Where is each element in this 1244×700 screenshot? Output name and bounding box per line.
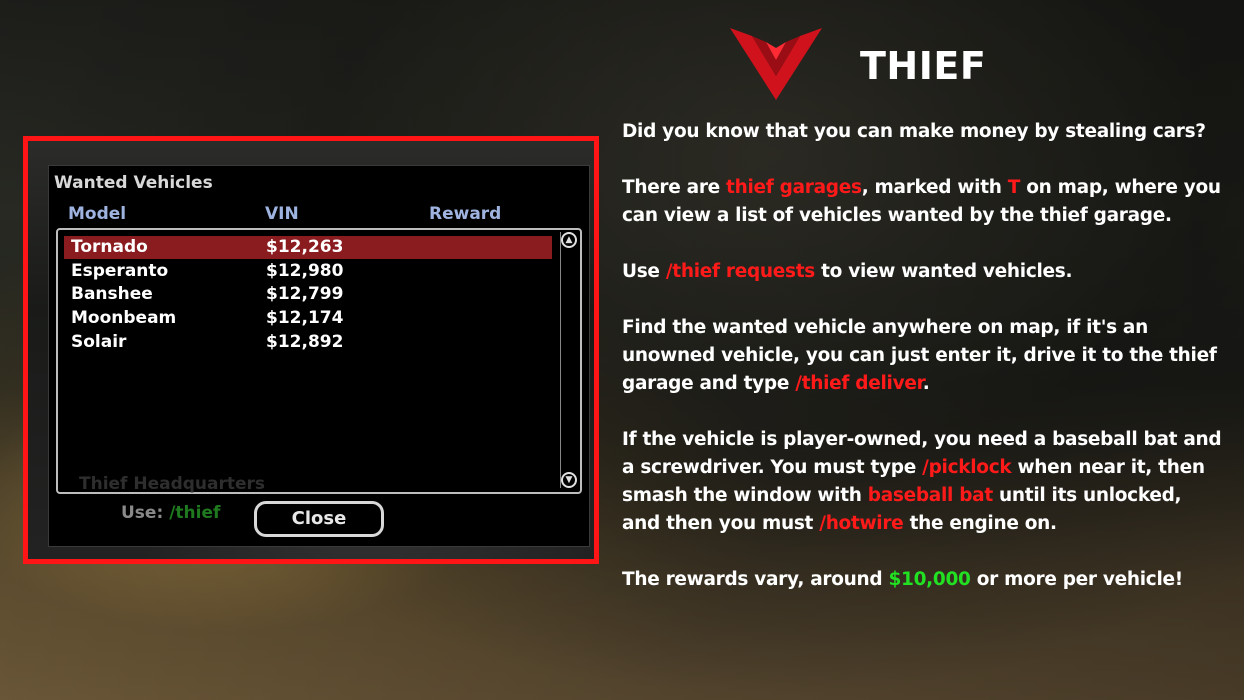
scroll-up-icon[interactable]: ▲ [561,232,577,248]
money-highlight: $10,000 [888,569,971,590]
info-paragraph: There are thief garages, marked with T o… [622,177,1221,226]
scrollbar[interactable]: ▲ ▼ [560,232,577,488]
command-highlight: /hotwire [819,513,904,534]
list-item[interactable]: Solair $12,892 [64,331,552,354]
highlight: thief garages [726,177,862,198]
vehicle-list: Tornado $12,263 Esperanto $12,980 Banshe… [56,228,582,494]
info-paragraph: The rewards vary, around $10,000 or more… [622,569,1183,590]
column-header-reward: Reward [429,204,502,224]
vehicle-model: Banshee [71,284,153,304]
info-paragraph: Find the wanted vehicle anywhere on map,… [622,317,1217,394]
vehicle-vin: $12,263 [266,237,344,257]
vehicle-vin: $12,174 [266,308,344,328]
page-title: THIEF [860,44,987,88]
column-header-model: Model [68,204,127,224]
highlight: T [1007,177,1021,198]
screenshot-frame: Wanted Vehicles Model VIN Reward Tornado… [23,136,599,564]
vehicle-model: Moonbeam [71,308,177,328]
list-item[interactable]: Banshee $12,799 [64,283,552,306]
command-highlight: /thief requests [665,261,815,282]
command-highlight: /thief deliver [795,373,923,394]
v-logo-icon [730,28,822,100]
vehicle-vin: $12,799 [266,284,344,304]
wanted-vehicles-dialog: Wanted Vehicles Model VIN Reward Tornado… [48,165,590,547]
vehicle-vin: $12,892 [266,332,344,352]
command-highlight: /picklock [922,457,1012,478]
info-paragraph: Did you know that you can make money by … [622,121,1206,142]
vehicle-model: Solair [71,332,127,352]
info-paragraph: If the vehicle is player-owned, you need… [622,429,1222,534]
vehicle-vin: $12,980 [266,261,344,281]
background-hq-label: Thief Headquarters [79,474,266,494]
vehicle-model: Tornado [71,237,148,257]
info-text: Did you know that you can make money by … [622,118,1222,622]
column-header-vin: VIN [265,204,299,224]
highlight: baseball bat [867,485,993,506]
close-button[interactable]: Close [254,501,384,537]
scroll-down-icon[interactable]: ▼ [561,472,577,488]
background-use-hint: Use: /thief [121,503,221,523]
list-item[interactable]: Esperanto $12,980 [64,260,552,283]
dialog-title: Wanted Vehicles [54,173,213,193]
list-item[interactable]: Tornado $12,263 [64,236,552,259]
info-paragraph: Use /thief requests to view wanted vehic… [622,261,1073,282]
list-item[interactable]: Moonbeam $12,174 [64,307,552,330]
vehicle-model: Esperanto [71,261,169,281]
